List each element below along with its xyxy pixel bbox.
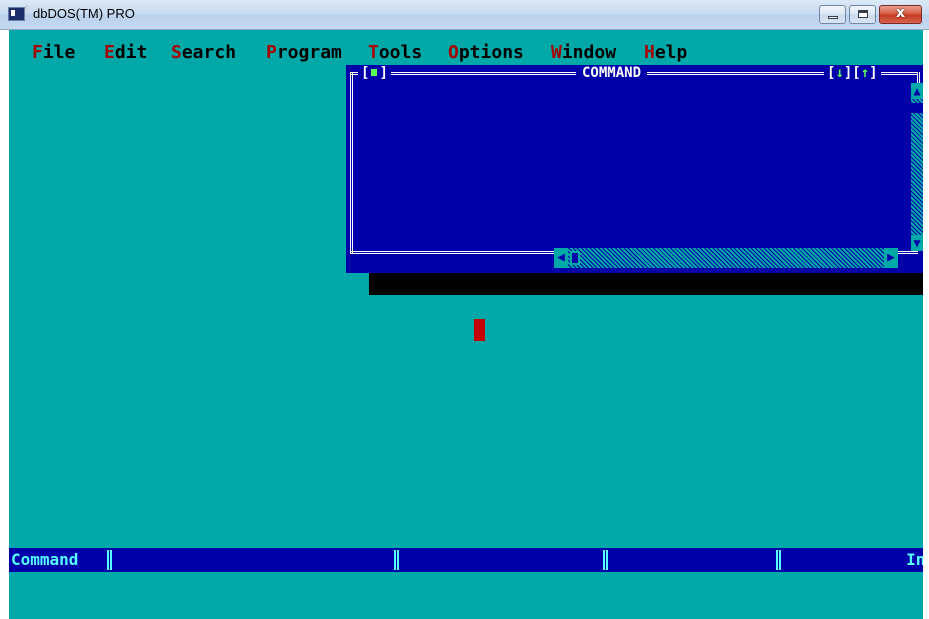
menu-search[interactable]: Search [171,43,236,63]
menu-bar: File Edit Search Program Tools Options W… [9,43,923,63]
menu-window[interactable]: Window [551,43,616,63]
status-separator [394,550,399,570]
vertical-scroll-thumb[interactable] [911,103,923,113]
horizontal-scrollbar[interactable]: ◀ ▶ [554,248,898,268]
menu-tools[interactable]: Tools [368,43,422,63]
window-title: dbDOS(TM) PRO [33,6,135,21]
menu-edit[interactable]: Edit [104,43,147,63]
vertical-scrollbar[interactable]: ▲ ▼ [911,83,923,251]
menu-file[interactable]: File [32,43,75,63]
status-separator [603,550,608,570]
close-button[interactable]: x [879,5,922,24]
window-frame-left [0,30,9,619]
menu-program[interactable]: Program [266,43,342,63]
dos-desktop[interactable]: File Edit Search Program Tools Options W… [9,30,923,619]
status-label: Command [11,550,79,569]
insert-mode-indicator: Ins [906,550,923,569]
window-close-box[interactable]: [] [358,66,391,80]
command-frame-bottom [350,251,554,254]
minimize-button[interactable] [819,5,846,24]
maximize-button[interactable] [849,5,876,24]
scroll-left-icon[interactable]: ◀ [554,248,568,268]
window-resize-controls[interactable]: [↓][↑] [824,66,881,80]
scroll-down-icon[interactable]: ▼ [911,235,923,251]
command-window-title: COMMAND [576,65,648,81]
horizontal-scroll-thumb[interactable] [570,251,580,265]
status-separator [107,550,112,570]
command-frame-bottom-right [898,251,918,254]
status-bar: Command Ins [9,548,923,572]
scroll-up-icon[interactable]: ▲ [911,83,923,99]
arrow-down-icon[interactable]: ↓ [835,65,843,81]
scroll-right-icon[interactable]: ▶ [884,248,898,268]
command-frame-left [350,72,353,254]
app-icon[interactable] [8,5,28,21]
close-icon: x [895,5,906,21]
menu-help[interactable]: Help [644,43,687,63]
title-bar[interactable]: dbDOS(TM) PRO x [0,0,929,30]
command-window[interactable]: [] COMMAND [↓][↑] ▲ ▼ ◀ ▶ [346,65,923,273]
menu-options[interactable]: Options [448,43,524,63]
window-frame-right [923,30,929,619]
command-window-shadow [369,273,923,295]
status-separator [776,550,781,570]
close-square-icon [371,69,378,76]
text-cursor [474,319,485,341]
arrow-up-icon[interactable]: ↑ [861,65,869,81]
